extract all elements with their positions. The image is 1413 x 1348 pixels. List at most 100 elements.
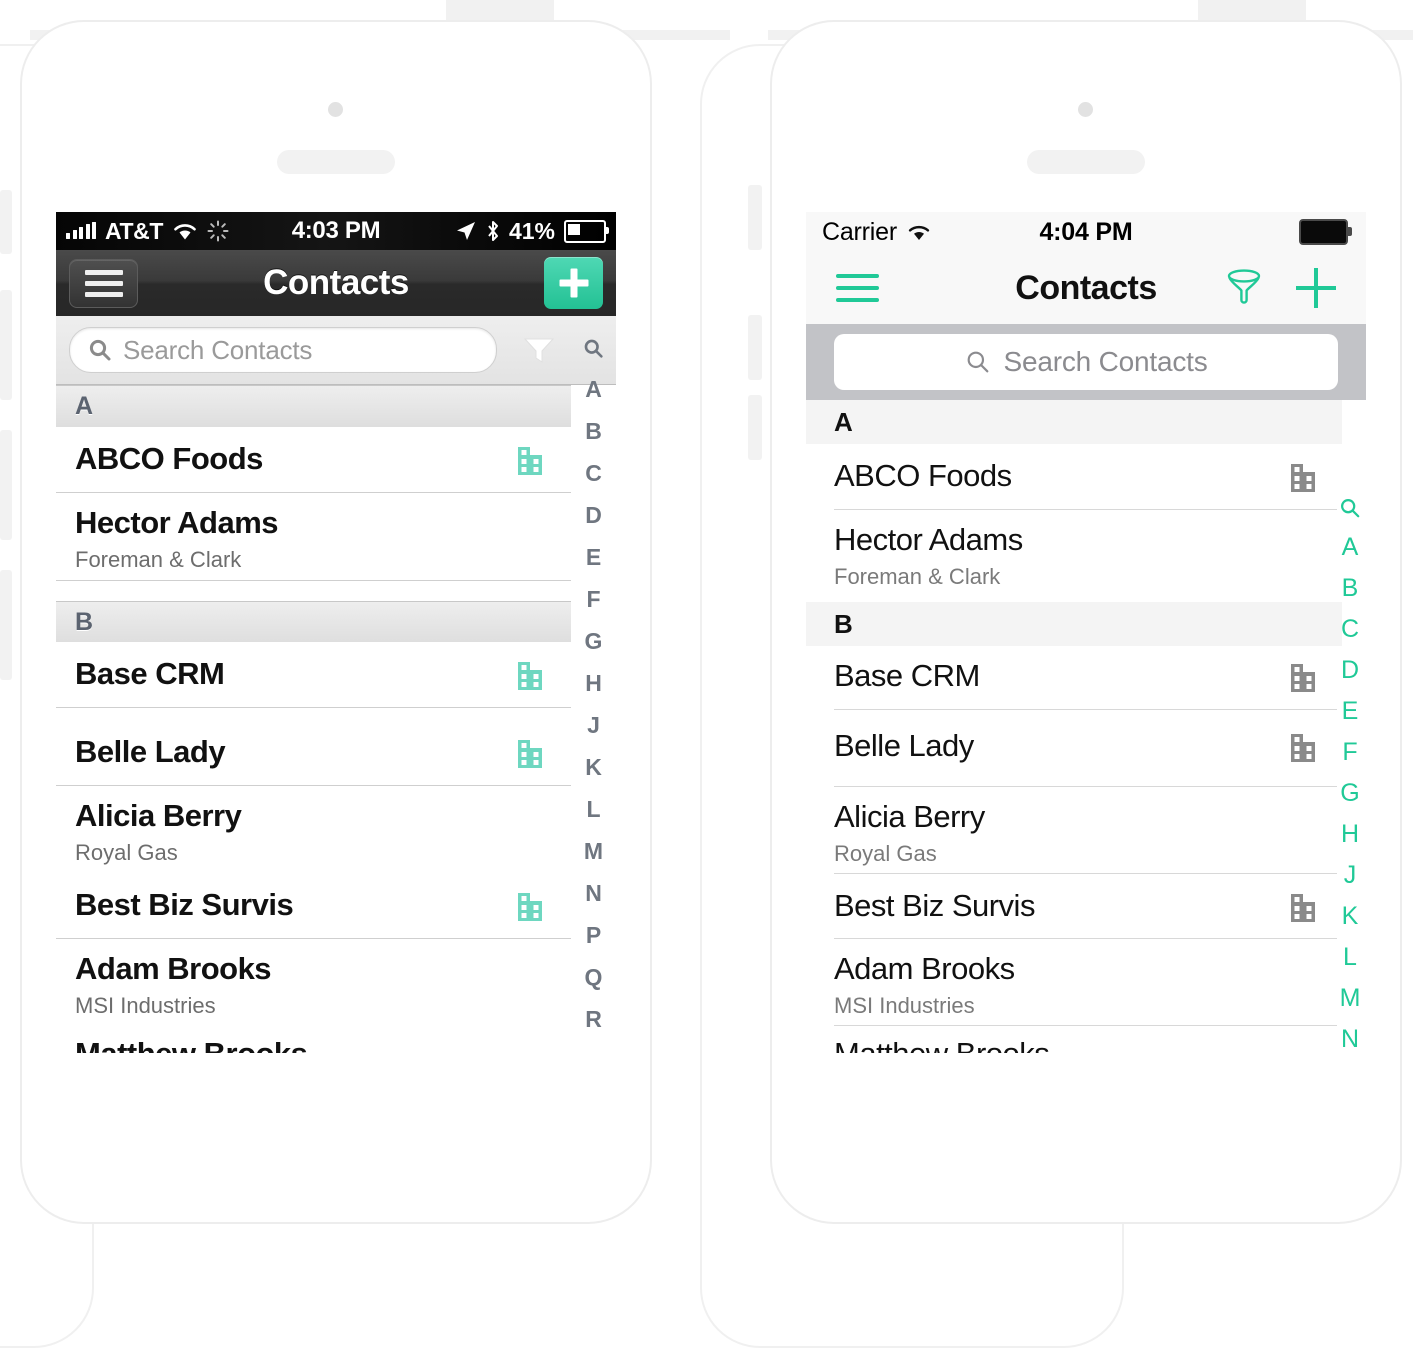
index-letter[interactable]: D — [1341, 658, 1359, 683]
table-row[interactable]: Base CRM — [806, 646, 1366, 710]
table-row[interactable]: Adam Brooks MSI Industries — [56, 939, 571, 1027]
table-row[interactable]: Alicia Berry Royal Gas — [56, 786, 571, 874]
table-row[interactable]: Matthew Brooks — [56, 1026, 571, 1053]
table-row[interactable]: ABCO Foods — [56, 427, 571, 493]
contact-name: Base CRM — [75, 656, 225, 691]
index-letter[interactable]: G — [1340, 781, 1359, 806]
index-letter[interactable]: M — [584, 840, 603, 863]
background-ghost-button — [748, 395, 762, 460]
table-row[interactable]: Alicia Berry Royal Gas — [806, 787, 1366, 874]
background-ghost-button — [0, 190, 12, 254]
index-letter[interactable]: B — [585, 420, 602, 443]
contact-name: Hector Adams — [834, 522, 1023, 557]
background-ghost-button — [0, 430, 12, 540]
section-label: B — [75, 608, 94, 636]
section-label: A — [834, 406, 853, 437]
index-letter[interactable]: K — [585, 756, 602, 779]
screenshot-stage: AT&T 4:03 PM 41% Contacts Search Contact… — [0, 0, 1413, 1348]
status-bar-left: AT&T 4:03 PM 41% — [56, 212, 616, 250]
index-letter[interactable]: R — [585, 1008, 602, 1031]
contact-name: Hector Adams — [75, 505, 279, 540]
table-row[interactable]: Belle Lady — [56, 720, 571, 786]
search-icon — [89, 339, 111, 361]
index-letter[interactable]: J — [587, 714, 600, 737]
building-icon — [1291, 734, 1315, 762]
nav-bar-left: Contacts — [56, 250, 616, 316]
index-letter[interactable]: A — [1342, 535, 1359, 560]
contact-subtitle: MSI Industries — [75, 993, 216, 1018]
search-icon[interactable] — [1339, 497, 1361, 519]
earpiece-speaker — [277, 150, 395, 174]
table-row[interactable]: Hector Adams Foreman & Clark — [56, 493, 571, 581]
contact-name: ABCO Foods — [75, 441, 263, 476]
add-contact-button[interactable] — [544, 257, 603, 309]
index-letter[interactable]: F — [586, 588, 600, 611]
table-row[interactable]: Matthew Brooks — [806, 1026, 1366, 1053]
section-header: A — [56, 385, 571, 428]
search-placeholder: Search Contacts — [1003, 346, 1208, 377]
building-icon — [518, 447, 542, 475]
index-letter[interactable]: D — [585, 504, 602, 527]
index-letter[interactable]: H — [585, 672, 602, 695]
front-camera-icon — [328, 102, 343, 117]
search-input[interactable]: Search Contacts — [834, 334, 1338, 390]
table-row[interactable]: Hector Adams Foreman & Clark — [806, 510, 1366, 597]
index-letter[interactable]: L — [1343, 945, 1357, 970]
contact-name: Matthew Brooks — [75, 1036, 308, 1053]
contact-subtitle: Foreman & Clark — [834, 564, 1001, 589]
index-letter[interactable]: N — [585, 882, 602, 905]
index-letter[interactable]: C — [585, 462, 602, 485]
index-letter[interactable]: B — [1342, 576, 1359, 601]
search-input[interactable]: Search Contacts — [69, 327, 497, 373]
table-row[interactable]: Base CRM — [56, 642, 571, 708]
search-icon — [967, 351, 988, 373]
index-letter[interactable]: K — [1342, 904, 1359, 929]
contact-name: Matthew Brooks — [834, 1036, 1050, 1053]
table-row[interactable]: Best Biz Survis — [56, 873, 571, 939]
index-letter[interactable]: M — [1340, 986, 1361, 1011]
building-icon — [518, 662, 542, 690]
battery-icon — [1299, 219, 1352, 245]
table-row[interactable]: Best Biz Survis — [806, 874, 1366, 939]
index-letter[interactable]: Q — [585, 966, 603, 989]
section-label: A — [75, 392, 94, 420]
search-icon[interactable] — [583, 338, 604, 359]
index-letter[interactable]: H — [1341, 822, 1359, 847]
table-row[interactable]: ABCO Foods — [806, 444, 1366, 510]
nav-bar-right: Contacts — [806, 252, 1366, 324]
index-letter[interactable]: A — [585, 378, 602, 401]
contact-name: Best Biz Survis — [834, 888, 1035, 923]
battery-icon — [564, 219, 609, 243]
section-header: B — [806, 602, 1342, 646]
index-rail-right[interactable]: A B C D E F G H J K L M N P Q R S T V W … — [1334, 497, 1366, 1053]
building-icon — [1291, 464, 1315, 492]
contact-subtitle: Royal Gas — [75, 840, 178, 865]
contact-name: ABCO Foods — [834, 458, 1012, 493]
status-bar-right: Carrier 4:04 PM — [806, 212, 1366, 252]
search-bar-right: Search Contacts — [806, 324, 1366, 400]
index-letter[interactable]: E — [1342, 699, 1359, 724]
contact-name: Adam Brooks — [834, 951, 1015, 986]
index-letter[interactable]: C — [1341, 617, 1359, 642]
index-letter[interactable]: E — [586, 546, 601, 569]
index-letter[interactable]: G — [585, 630, 603, 653]
index-letter[interactable]: L — [586, 798, 600, 821]
building-icon — [1291, 894, 1315, 922]
background-ghost-button — [0, 290, 12, 400]
add-contact-button[interactable] — [1296, 268, 1336, 308]
contact-subtitle: Foreman & Clark — [75, 547, 242, 572]
index-letter[interactable]: F — [1342, 740, 1357, 765]
section-header: B — [56, 601, 571, 644]
contact-name: Alicia Berry — [834, 799, 985, 834]
index-letter[interactable]: P — [586, 924, 601, 947]
screen-right: Carrier 4:04 PM Contacts Search Contacts… — [806, 212, 1366, 1053]
building-icon — [1291, 664, 1315, 692]
index-rail-left[interactable]: A B C D E F G H J K L M N P Q R S T V W … — [571, 338, 616, 1053]
index-letter[interactable]: N — [1341, 1027, 1359, 1052]
table-row[interactable]: Belle Lady — [806, 710, 1366, 787]
index-letter[interactable]: J — [1344, 863, 1357, 888]
table-row[interactable]: Adam Brooks MSI Industries — [806, 939, 1366, 1026]
section-header: A — [806, 400, 1342, 444]
filter-funnel-icon[interactable] — [519, 332, 559, 368]
front-camera-icon — [1078, 102, 1093, 117]
